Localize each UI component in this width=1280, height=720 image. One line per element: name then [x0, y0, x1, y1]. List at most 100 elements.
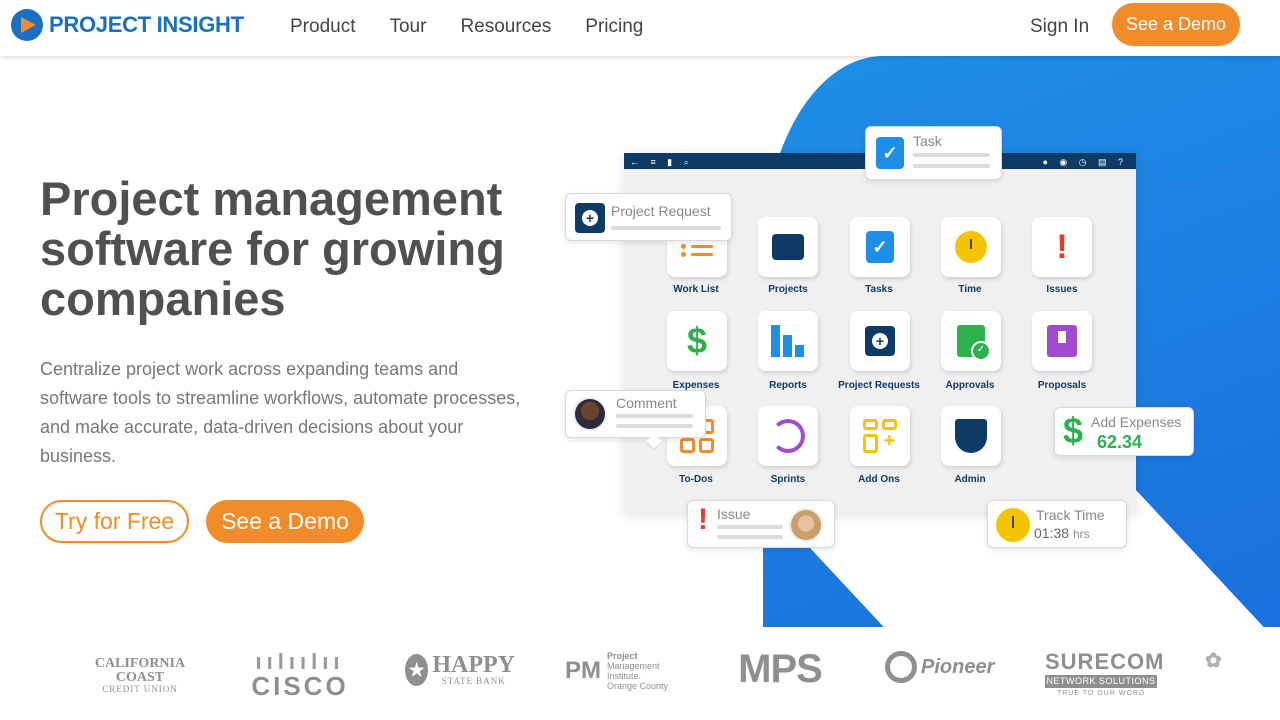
plus-box-icon: +: [575, 203, 605, 233]
placeholder-line: [616, 414, 693, 418]
client-name: HAPPY: [432, 652, 515, 678]
dollar-icon: $: [686, 320, 708, 361]
avatar: [789, 508, 823, 542]
tile-approvals: [941, 311, 1001, 371]
tile-project-requests: +: [850, 311, 910, 371]
tile-add-ons: +: [850, 406, 910, 466]
star-icon: ★: [405, 653, 429, 686]
placeholder-line: [913, 153, 990, 157]
tile-time: [941, 217, 1001, 277]
client-logo-happy-state-bank: ★ HAPPY STATE BANK: [405, 653, 515, 686]
client-logo-cisco: ıılıılıı CISCO: [244, 649, 356, 701]
tile-label: Proposals: [1037, 380, 1087, 391]
nav-product[interactable]: Product: [290, 16, 355, 38]
client-subtitle: STATE BANK: [441, 676, 506, 686]
comment-card-title: Comment: [616, 395, 677, 411]
tile-issues: !: [1032, 217, 1092, 277]
project-request-card-title: Project Request: [611, 203, 711, 219]
print-icon: ▤: [1098, 157, 1107, 167]
add-expenses-card: $ Add Expenses 62.34: [1054, 407, 1194, 456]
client-logo-partial: ✿: [1205, 651, 1222, 672]
projects-icon: [772, 234, 804, 260]
tile-sprints: [758, 406, 818, 466]
exclamation-icon: !: [1056, 227, 1068, 266]
add-expenses-label: Add Expenses: [1091, 414, 1182, 430]
placeholder-line: [616, 424, 693, 428]
tile-tasks: ✓: [850, 217, 910, 277]
track-time-card: Track Time 01:38 hrs: [987, 500, 1127, 548]
time-unit: hrs: [1072, 527, 1090, 541]
approval-icon: [957, 325, 991, 361]
tile-label: Admin: [954, 474, 986, 485]
dollar-icon: $: [1063, 410, 1084, 451]
issue-card-title: Issue: [717, 506, 751, 522]
sign-in-link[interactable]: Sign In: [1030, 16, 1089, 38]
tile-admin: [941, 406, 1001, 466]
search-icon: ⌕: [683, 157, 689, 167]
book-icon: [1047, 325, 1077, 357]
client-text-line: Orange County: [607, 681, 669, 691]
timer-icon: ◷: [1078, 157, 1087, 167]
placeholder-line: [611, 226, 721, 230]
logo[interactable]: PROJECT INSIGHT: [11, 9, 244, 41]
tasks-icon: ✓: [866, 231, 894, 263]
clock-icon: [955, 231, 987, 263]
project-request-card: + Project Request: [565, 193, 732, 241]
nav-tour[interactable]: Tour: [389, 16, 426, 38]
back-arrow-icon: ←: [630, 157, 639, 167]
client-subtitle: CREDIT UNION: [102, 684, 178, 694]
pioneer-swirl-icon: [885, 651, 917, 683]
client-name: Pioneer: [921, 656, 995, 678]
client-name: CALIFORNIA COAST: [94, 656, 186, 685]
tile-projects: [758, 217, 818, 277]
avatar: [573, 397, 607, 431]
tile-reports: [758, 311, 818, 371]
bell-icon: ●: [1042, 157, 1048, 167]
placeholder-line: [717, 525, 783, 529]
tile-expenses: $: [667, 311, 727, 371]
shield-icon: [955, 419, 987, 453]
tile-label: Issues: [1046, 284, 1078, 295]
nav-pricing[interactable]: Pricing: [585, 16, 643, 38]
task-card: ✓ Task: [865, 126, 1002, 180]
client-logo-pioneer: Pioneer: [885, 651, 995, 683]
cycle-icon: [771, 419, 805, 453]
logo-icon: [11, 9, 43, 41]
task-card-title: Task: [913, 133, 942, 149]
help-icon: ?: [1117, 157, 1123, 167]
client-tagline: TRUE TO OUR WORD: [1056, 690, 1146, 697]
clipboard-check-icon: ✓: [876, 137, 904, 169]
client-text-line: Management: [607, 661, 660, 671]
exclamation-icon: !: [698, 503, 708, 536]
hero-description: Centralize project work across expanding…: [40, 359, 521, 466]
logo-text: PROJECT INSIGHT: [49, 12, 244, 37]
pmi-mark-icon: PM: [565, 657, 601, 684]
plus-box-icon: +: [865, 326, 895, 356]
issue-card: ! Issue: [687, 500, 835, 548]
client-text-line: Institute.: [607, 671, 642, 681]
tracked-time-value: 01:38 hrs: [1034, 525, 1090, 541]
comment-card: Comment: [565, 390, 706, 451]
client-subtitle: NETWORK SOLUTIONS: [1045, 675, 1157, 688]
client-logo-california-coast: CALIFORNIA COAST CREDIT UNION: [92, 657, 188, 694]
tile-proposals: [1032, 311, 1092, 371]
nav-resources[interactable]: Resources: [460, 16, 551, 38]
client-name: CISCO: [251, 671, 349, 701]
clock-icon: [996, 508, 1030, 542]
chart-icon: ▮: [667, 157, 673, 167]
cisco-bars-icon: ıılıılıı: [255, 649, 345, 674]
time-value: 01:38: [1034, 525, 1070, 541]
user-icon: ◉: [1059, 157, 1068, 167]
client-name: SURECOM: [1045, 649, 1165, 674]
hero-see-demo-button[interactable]: See a Demo: [206, 500, 364, 543]
site-header: PROJECT INSIGHT Product Tour Resources P…: [0, 0, 1280, 56]
client-logo-surecom: SURECOM NETWORK SOLUTIONS TRUE TO OUR WO…: [1045, 649, 1165, 697]
try-for-free-button[interactable]: Try for Free: [40, 500, 189, 543]
track-time-label: Track Time: [1036, 507, 1105, 523]
add-ons-icon: +: [863, 419, 897, 453]
client-text-line: Project: [607, 651, 638, 661]
hero-title: Project management software for growing …: [40, 172, 505, 325]
header-see-demo-button[interactable]: See a Demo: [1112, 3, 1240, 46]
placeholder-line: [913, 164, 990, 168]
expense-amount: 62.34: [1097, 432, 1143, 452]
